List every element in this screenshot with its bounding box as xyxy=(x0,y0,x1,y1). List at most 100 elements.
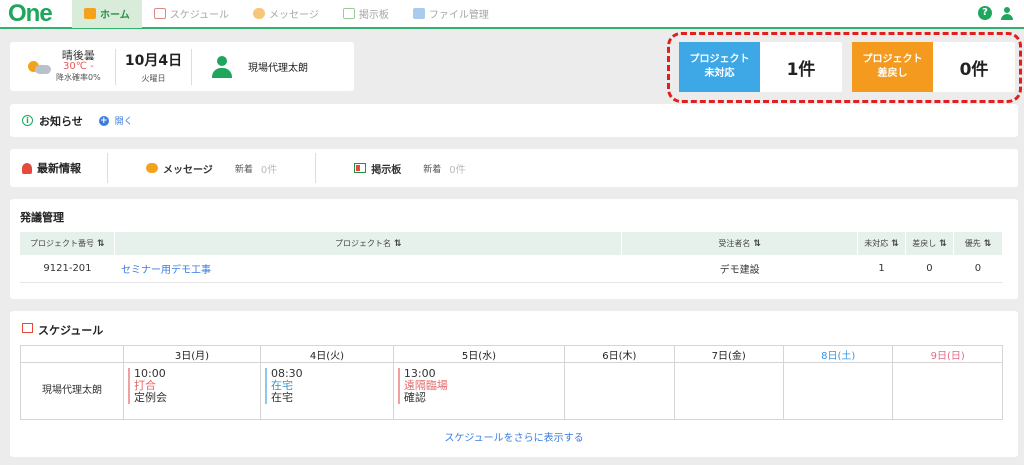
weather-text: 晴後曇 xyxy=(61,49,95,62)
priority-count: 0 xyxy=(953,255,1003,283)
board-count: 0件 xyxy=(449,164,466,176)
day-header: 4日(火) xyxy=(259,345,394,363)
day-cell[interactable] xyxy=(673,362,785,420)
top-bar: One ホーム スケジュール メッセージ 掲示板 ファイル管理 ? xyxy=(0,0,1024,29)
help-icon[interactable]: ? xyxy=(978,6,992,20)
bell-icon xyxy=(22,162,32,174)
orders-table: プロジェクト番号 ⇅ プロジェクト名 ⇅ 受注者名 ⇅ 未対応 ⇅ 差戻し ⇅ 優先 ⇅ 9… xyxy=(20,232,1004,283)
divider xyxy=(107,153,108,183)
day-cell[interactable]: 13:00 遠隔臨場 確認 xyxy=(392,362,566,420)
main-nav: ホーム スケジュール メッセージ 掲示板 ファイル管理 xyxy=(72,0,501,28)
day-cell[interactable] xyxy=(782,362,894,420)
calendar-icon xyxy=(153,8,166,19)
board-icon xyxy=(354,163,367,173)
schedule-person: 現場代理太朗 xyxy=(20,362,124,420)
orders-title: 発議管理 xyxy=(20,211,64,224)
home-icon xyxy=(84,8,96,19)
schedule-title: スケジュール xyxy=(38,324,104,337)
day-cell[interactable] xyxy=(892,362,1003,420)
event-name: 遠隔臨場 xyxy=(403,379,448,392)
project-name-link[interactable]: セミナー用デモ工事 xyxy=(114,255,622,283)
col-project-number[interactable]: プロジェクト番号 ⇅ xyxy=(20,232,116,255)
sort-icon: ⇅ xyxy=(96,239,105,249)
event-detail: 在宅 xyxy=(270,391,293,404)
divider xyxy=(315,153,317,183)
corner-cell xyxy=(20,345,124,363)
col-pending[interactable]: 未対応 ⇅ xyxy=(857,232,906,255)
sort-icon: ⇅ xyxy=(939,239,947,249)
nav-message[interactable]: メッセージ xyxy=(241,0,331,28)
nav-board[interactable]: 掲示板 xyxy=(331,0,401,28)
day-header: 3日(月) xyxy=(123,345,261,363)
day-header: 6日(木) xyxy=(564,345,675,363)
board-icon xyxy=(342,8,355,19)
day-cell[interactable]: 10:00 打合 定例会 xyxy=(123,362,261,420)
temperature: 30℃ - xyxy=(62,61,94,72)
col-project-name[interactable]: プロジェクト名 ⇅ xyxy=(114,232,623,255)
sort-icon: ⇅ xyxy=(983,239,992,249)
day-cell[interactable] xyxy=(564,362,675,420)
message-icon xyxy=(253,8,266,19)
schedule-panel: スケジュール 3日(月) 4日(火) 5日(水) 6日(木) 7日(金) 8日(… xyxy=(10,311,1018,457)
plus-icon[interactable]: + xyxy=(98,115,109,126)
app-logo[interactable]: One xyxy=(0,0,72,28)
sort-icon: ⇅ xyxy=(394,239,402,249)
info-icon: i xyxy=(22,115,33,126)
col-returned[interactable]: 差戻し ⇅ xyxy=(905,232,954,255)
returned-count: 0 xyxy=(905,255,954,283)
user-avatar-icon xyxy=(212,55,232,78)
nav-label: ホーム xyxy=(100,10,130,21)
sort-icon: ⇅ xyxy=(753,239,761,249)
message-icon xyxy=(146,163,158,173)
notice-panel: i お知らせ + 開く xyxy=(10,104,1018,137)
user-menu-icon[interactable] xyxy=(1000,6,1014,20)
sun-cloud-icon xyxy=(26,58,52,76)
message-count: 0件 xyxy=(260,164,278,176)
orders-panel: 発議管理 プロジェクト番号 ⇅ プロジェクト名 ⇅ 受注者名 ⇅ 未対応 ⇅ 差戻し ⇅ … xyxy=(10,199,1018,299)
notice-title: お知らせ xyxy=(39,114,83,128)
nav-home[interactable]: ホーム xyxy=(72,0,142,28)
latest-panel: 最新情報 メッセージ 新着 0件 掲示板 新着 0件 xyxy=(10,149,1018,187)
highlight-annotation xyxy=(667,32,1022,103)
latest-title: 最新情報 xyxy=(37,162,81,175)
latest-board-link[interactable]: 掲示板 xyxy=(371,161,401,176)
col-contractor[interactable]: 受注者名 ⇅ xyxy=(621,232,859,255)
nav-label: 掲示板 xyxy=(358,10,389,21)
nav-label: スケジュール xyxy=(169,10,230,21)
date: 10月4日 xyxy=(124,52,183,69)
nav-schedule[interactable]: スケジュール xyxy=(142,0,241,28)
nav-label: メッセージ xyxy=(269,10,319,21)
day-header-sunday: 9日(日) xyxy=(892,345,1003,363)
project-number: 9121-201 xyxy=(20,255,115,283)
col-priority[interactable]: 優先 ⇅ xyxy=(953,232,1004,255)
day-header: 7日(金) xyxy=(673,345,785,363)
schedule-event[interactable]: 13:00 遠隔臨場 確認 xyxy=(397,368,564,404)
user-widget: 現場代理太朗 xyxy=(192,55,308,78)
date-widget: 10月4日 火曜日 xyxy=(116,50,191,84)
new-label: 新着 xyxy=(423,164,442,175)
day-cell[interactable]: 08:30 在宅 在宅 xyxy=(259,362,394,420)
schedule-table: 3日(月) 4日(火) 5日(水) 6日(木) 7日(金) 8日(土) 9日(日… xyxy=(20,345,1003,420)
table-row[interactable]: 9121-201 セミナー用デモ工事 デモ建設 1 0 0 xyxy=(20,255,1003,283)
weather-widget: 晴後曇 30℃ - 降水確率0% xyxy=(10,50,115,83)
info-card: 晴後曇 30℃ - 降水確率0% 10月4日 火曜日 現場代理太朗 xyxy=(10,42,354,91)
schedule-more-link[interactable]: スケジュールをさらに表示する xyxy=(10,429,1018,444)
file-icon xyxy=(412,8,425,19)
rain-probability: 降水確率0% xyxy=(56,73,101,82)
contractor-name: デモ建設 xyxy=(621,255,858,283)
day-header: 5日(水) xyxy=(392,345,566,363)
sort-icon: ⇅ xyxy=(891,239,899,249)
day-header-saturday: 8日(土) xyxy=(782,345,894,363)
event-detail: 確認 xyxy=(403,391,426,404)
new-label: 新着 xyxy=(234,164,253,175)
logo-text: One xyxy=(8,0,53,27)
schedule-event[interactable]: 10:00 打合 定例会 xyxy=(128,368,260,404)
nav-label: ファイル管理 xyxy=(428,10,489,21)
weekday: 火曜日 xyxy=(141,73,166,83)
latest-message-link[interactable]: メッセージ xyxy=(163,161,213,176)
notice-open-link[interactable]: 開く xyxy=(115,114,133,127)
event-detail: 定例会 xyxy=(134,391,167,404)
user-name: 現場代理太朗 xyxy=(248,63,308,74)
nav-files[interactable]: ファイル管理 xyxy=(401,0,501,28)
schedule-event[interactable]: 08:30 在宅 在宅 xyxy=(264,368,393,404)
